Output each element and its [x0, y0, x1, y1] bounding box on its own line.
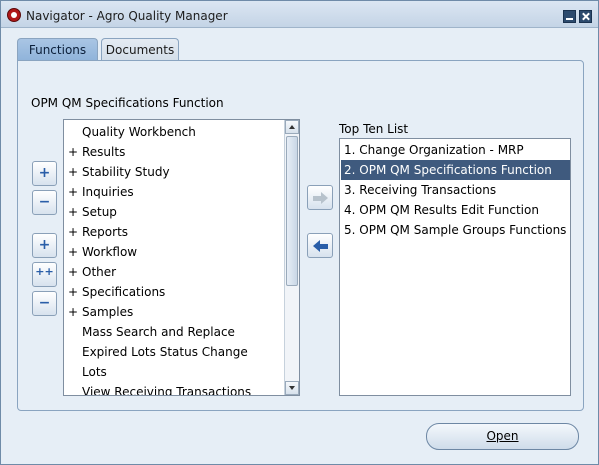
expand-button[interactable]: + — [32, 161, 57, 186]
tree-item[interactable]: Lots — [64, 362, 284, 382]
scroll-down-icon[interactable] — [285, 381, 299, 395]
tree-item[interactable]: + Inquiries — [64, 182, 284, 202]
list-item[interactable]: 4. OPM QM Results Edit Function — [341, 200, 570, 220]
oracle-app-icon[interactable] — [7, 8, 21, 22]
expand-all-icon: ++ — [35, 265, 54, 278]
tree-item[interactable]: + Other — [64, 262, 284, 282]
tree-item[interactable]: + Specifications — [64, 282, 284, 302]
tree-scrollbar[interactable] — [284, 120, 299, 395]
selected-function-label: OPM QM Specifications Function — [31, 96, 224, 110]
add-to-top-ten-button[interactable] — [307, 185, 333, 210]
scroll-up-icon[interactable] — [285, 120, 299, 134]
remove-from-top-ten-button[interactable] — [307, 233, 333, 258]
collapse-button[interactable]: − — [32, 190, 57, 215]
top-ten-label: Top Ten List — [339, 122, 409, 136]
expand-marker: + — [67, 145, 79, 159]
minus-icon: − — [38, 194, 51, 210]
expand-branch-button[interactable]: + — [32, 233, 57, 258]
expand-marker: + — [67, 225, 79, 239]
navigator-window: Navigator - Agro Quality Manager Functio… — [0, 0, 599, 465]
tree-item[interactable]: Mass Search and Replace — [64, 322, 284, 342]
tree-item[interactable]: + Stability Study — [64, 162, 284, 182]
tree-item[interactable]: + Workflow — [64, 242, 284, 262]
expand-marker: + — [67, 305, 79, 319]
expand-marker: + — [67, 245, 79, 259]
expand-marker: + — [67, 205, 79, 219]
list-item-selected[interactable]: 2. OPM QM Specifications Function — [341, 160, 570, 180]
list-item[interactable]: 1. Change Organization - MRP — [341, 140, 570, 160]
scroll-thumb[interactable] — [286, 136, 298, 286]
open-button-label: Open — [486, 429, 519, 443]
title-bar[interactable]: Navigator - Agro Quality Manager — [1, 1, 598, 28]
top-ten-list[interactable]: 1. Change Organization - MRP 2. OPM QM S… — [339, 138, 571, 396]
expand-marker: + — [67, 185, 79, 199]
tab-documents[interactable]: Documents — [101, 38, 179, 61]
tab-functions[interactable]: Functions — [17, 38, 98, 61]
expand-marker: + — [67, 165, 79, 179]
expand-branch-icon: + — [38, 237, 51, 253]
list-item[interactable]: 5. OPM QM Sample Groups Functions — [341, 220, 570, 240]
expand-all-button[interactable]: ++ — [32, 262, 57, 287]
expand-marker: + — [67, 285, 79, 299]
tree-item[interactable]: Expired Lots Status Change — [64, 342, 284, 362]
tree-item[interactable]: View Receiving Transactions — [64, 382, 284, 395]
function-tree[interactable]: Quality Workbench + Results + Stability … — [63, 119, 300, 396]
tree-item[interactable]: + Samples — [64, 302, 284, 322]
tree-item[interactable]: Quality Workbench — [64, 122, 284, 142]
open-button[interactable]: Open — [426, 423, 579, 450]
tree-item[interactable]: + Reports — [64, 222, 284, 242]
plus-icon: + — [38, 165, 51, 181]
list-item[interactable]: 3. Receiving Transactions — [341, 180, 570, 200]
collapse-all-button[interactable]: − — [32, 291, 57, 316]
minimize-icon[interactable] — [563, 10, 576, 23]
collapse-all-icon: − — [38, 295, 51, 311]
close-icon[interactable] — [579, 10, 592, 23]
tree-item[interactable]: + Results — [64, 142, 284, 162]
expand-marker: + — [67, 265, 79, 279]
window-title: Navigator - Agro Quality Manager — [26, 9, 228, 23]
tree-item[interactable]: + Setup — [64, 202, 284, 222]
